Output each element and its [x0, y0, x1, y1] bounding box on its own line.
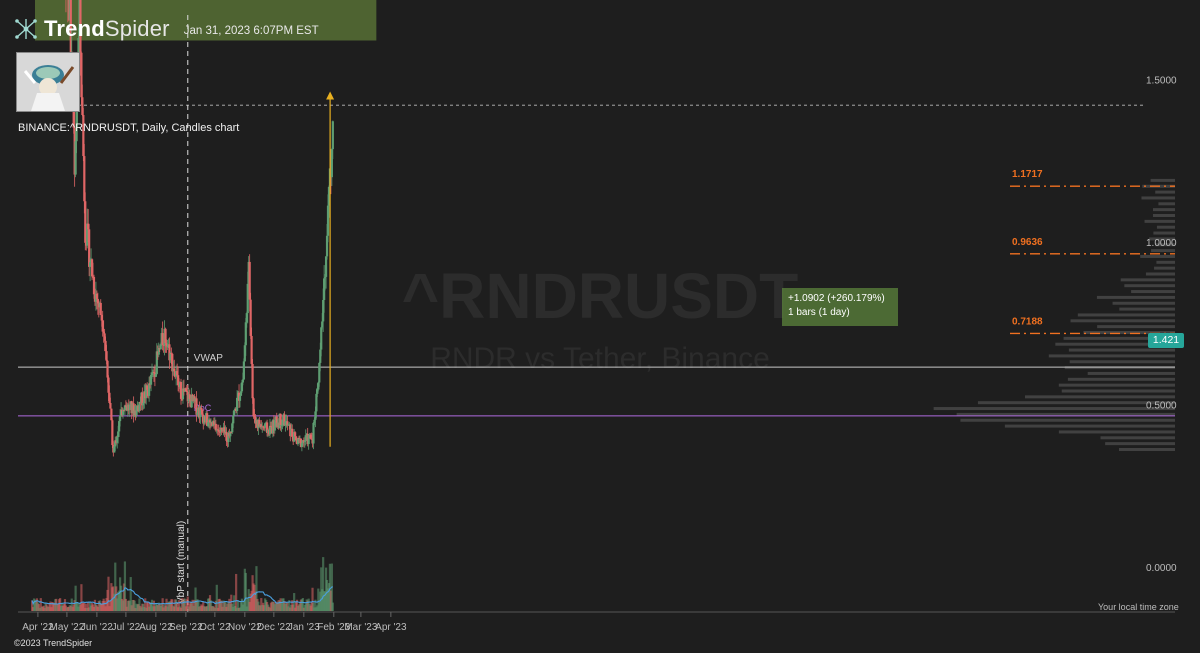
- measure-bars: 1 bars (1 day): [788, 307, 850, 318]
- y-tick-label: 0.5000: [1146, 401, 1177, 412]
- volume-profile-bar: [1024, 395, 1175, 399]
- volume-bar: [107, 576, 110, 611]
- volume-profile-bar: [1152, 214, 1175, 217]
- timezone-note: Your local time zone: [1098, 602, 1179, 612]
- x-tick-label: Apr '23: [375, 622, 407, 633]
- candle-body: [84, 201, 87, 243]
- volume-profile-bar: [1119, 307, 1175, 311]
- measure-change: +1.0902 (+260.179%): [788, 293, 885, 304]
- volume-profile-bar: [1124, 284, 1175, 288]
- timestamp: Jan 31, 2023 6:07PM EST: [183, 24, 319, 37]
- volume-profile-bar: [1140, 254, 1175, 258]
- volume-profile-bar: [1112, 301, 1175, 305]
- candle-body: [106, 360, 109, 378]
- volume-bar: [244, 572, 247, 611]
- candle-body: [99, 302, 102, 316]
- x-tick-label: Jan '23: [288, 622, 320, 633]
- brand-name: TrendSpider: [44, 16, 170, 41]
- candle-body: [320, 327, 323, 350]
- volume-profile-bar: [1154, 266, 1175, 270]
- fib-level-label: 0.7188: [1012, 316, 1043, 327]
- candle-body: [233, 410, 236, 416]
- volume-bar: [235, 573, 238, 611]
- volume-profile-bar: [1105, 442, 1175, 446]
- volume-profile-bar: [1131, 290, 1175, 294]
- volume-profile-bar: [1087, 371, 1175, 375]
- candle-body: [331, 121, 334, 150]
- volume-profile-bar: [1070, 319, 1175, 323]
- volume-profile-bar: [1061, 389, 1175, 393]
- candle-body: [294, 432, 297, 437]
- candle-body: [238, 395, 242, 401]
- candle-body: [307, 435, 310, 445]
- volume-profile-bar: [1153, 231, 1175, 235]
- volume-profile-bar: [1156, 225, 1175, 229]
- volume-profile-bar: [1119, 448, 1175, 451]
- x-tick-label: Sep '22: [169, 622, 203, 633]
- y-tick-label: 1.0000: [1146, 238, 1177, 249]
- candle-body: [242, 361, 245, 380]
- volume-profile-bar: [1156, 260, 1175, 264]
- candle-body: [109, 402, 112, 409]
- volume-profile-bar: [1158, 202, 1175, 206]
- volume-profile-bar: [1004, 424, 1175, 428]
- x-tick-label: Jun '22: [81, 622, 113, 633]
- fib-level-label: 1.1717: [1012, 169, 1043, 180]
- candle-body: [236, 397, 239, 411]
- measure-tooltip: +1.0902 (+260.179%) 1 bars (1 day): [782, 288, 898, 326]
- candle-body: [105, 351, 108, 361]
- volume-profile-bar: [1068, 348, 1175, 352]
- candle-body: [173, 368, 176, 372]
- watermark-ticker: ^RNDRUSDT: [402, 260, 798, 332]
- volume-profile-bar: [1141, 196, 1175, 200]
- volume-profile-bar: [1058, 383, 1175, 387]
- vwap-label: VWAP: [194, 353, 223, 364]
- x-tick-label: May '22: [50, 622, 85, 633]
- y-tick-label: 0.0000: [1146, 563, 1177, 574]
- watermark-subtitle: RNDR vs Tether, Binance: [430, 342, 770, 375]
- volume-profile-bar: [1096, 295, 1175, 299]
- chart-symbol-label: BINANCE:^RNDRUSDT, Daily, Candles chart: [18, 122, 240, 134]
- candle-body: [128, 404, 131, 411]
- volume-profile-bar: [1069, 360, 1175, 364]
- header: TrendSpider Jan 31, 2023 6:07PM EST: [14, 14, 319, 44]
- x-tick-label: Aug '22: [139, 622, 173, 633]
- current-price-badge: 1.421: [1148, 333, 1184, 348]
- candle-body: [232, 415, 235, 424]
- volume-profile-bar: [1155, 190, 1175, 194]
- x-tick-label: Oct '22: [199, 622, 231, 633]
- volume-profile-bar: [1150, 178, 1175, 182]
- y-tick-label: 1.5000: [1146, 76, 1177, 87]
- volume-profile-bar: [1048, 354, 1175, 358]
- candle-body: [251, 363, 254, 399]
- volume-profile-bar: [933, 407, 1175, 411]
- volume-profile-bar: [1120, 278, 1175, 282]
- volume-bar: [215, 584, 218, 611]
- volume-bar: [331, 602, 334, 611]
- trendspider-logo-icon: [15, 19, 37, 39]
- candle-body: [312, 422, 315, 444]
- x-tick-label: Jul '22: [112, 622, 141, 633]
- x-tick-label: Mar '23: [344, 622, 377, 633]
- measure-arrow-head: [326, 91, 335, 100]
- volume-profile-bar: [1144, 219, 1175, 223]
- avatar: [16, 52, 80, 112]
- volume-profile-bar: [1100, 436, 1175, 440]
- candle-body: [279, 413, 282, 426]
- volume-profile-bar: [1067, 377, 1175, 381]
- fib-level-label: 0.9636: [1012, 237, 1043, 248]
- x-tick-label: Dec '22: [257, 622, 291, 633]
- candle-body: [89, 262, 92, 267]
- volume-profile-bar: [1145, 272, 1175, 276]
- volume-profile-bar: [1077, 313, 1175, 317]
- volume-profile-bar: [1058, 430, 1175, 434]
- copyright: ©2023 TrendSpider: [14, 638, 93, 648]
- candle-body: [268, 425, 272, 435]
- vbp-start-label: VbP start (manual): [176, 521, 187, 604]
- volume-profile-bar: [1152, 208, 1175, 212]
- volume-profile-bar: [1097, 325, 1175, 329]
- volume-profile-bar: [1151, 249, 1175, 253]
- price-chart[interactable]: ^RNDRUSDTRNDR vs Tether, Binance VWAPPoC…: [0, 0, 1200, 653]
- volume-profile-bar: [960, 418, 1175, 422]
